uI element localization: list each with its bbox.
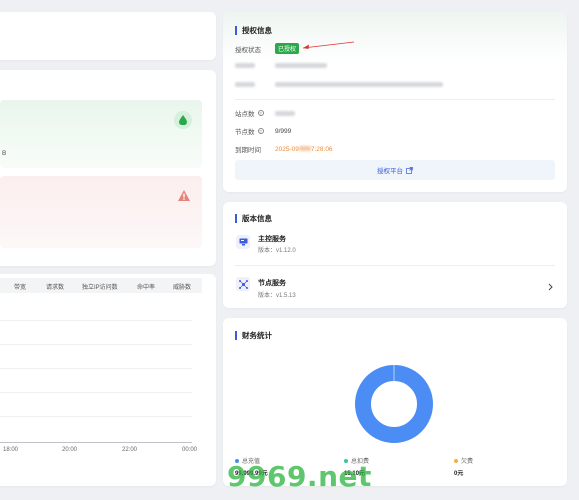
x-tick: 00:00 — [182, 447, 198, 453]
nodes-icon — [236, 277, 250, 291]
monitor-icon — [236, 235, 250, 249]
blurred-value — [275, 63, 327, 68]
grid-line — [0, 344, 192, 345]
legend-label: 欠费 — [461, 459, 474, 465]
annotation-arrow — [302, 41, 355, 49]
license-card: 授权信息 授权状态 已授权 站点数? 节点数? 9/999 到期时间 2025-… — [223, 12, 567, 192]
x-axis — [0, 442, 192, 443]
status-card-red — [0, 176, 202, 248]
sites-row: 站点数? — [235, 108, 295, 118]
col-hit-rate[interactable]: 命中率 — [137, 282, 155, 291]
finance-title: 财务统计 — [235, 331, 272, 340]
license-title: 授权信息 — [235, 26, 272, 35]
grid-line — [0, 320, 192, 321]
sites-value-blurred — [275, 110, 295, 116]
water-drop-icon — [174, 111, 192, 129]
version-divider — [235, 265, 555, 266]
nodes-row: 节点数? 9/999 — [235, 126, 292, 137]
nodes-label: 节点数? — [235, 128, 264, 136]
grid-line — [0, 416, 192, 417]
expire-blurred — [298, 146, 311, 152]
node-service-row[interactable]: 节点服务 版本：v1.5.13 — [223, 268, 567, 304]
left-chart-card: 带宽 请求数 独立IP访问数 命中率 威胁数 18:00 20:00 22:00… — [0, 274, 216, 486]
status-label: 授权状态 — [235, 46, 261, 54]
version-card: 版本信息 主控服务 版本：v1.12.0 节点服务 版本：v1.5.13 — [223, 202, 567, 308]
license-divider — [235, 99, 555, 100]
finance-donut-chart — [355, 365, 433, 443]
legend-arrears: 欠费 0元 — [454, 456, 473, 477]
col-unique-ip[interactable]: 独立IP访问数 — [82, 282, 118, 291]
expire-value: 2025-09 7:28:06 — [275, 145, 333, 153]
legend-value: 0元 — [454, 471, 464, 477]
blurred-label — [235, 82, 255, 87]
blurred-label — [235, 63, 255, 68]
donut-segment-recharge — [355, 365, 433, 443]
grid-line — [0, 392, 192, 393]
node-service-name: 节点服务 — [258, 280, 286, 287]
col-requests[interactable]: 请求数 — [46, 282, 64, 291]
node-service-version: 版本：v1.5.13 — [258, 293, 296, 299]
version-title: 版本信息 — [235, 214, 272, 223]
nodes-value: 9/999 — [275, 127, 292, 135]
expire-row: 到期时间 2025-09 7:28:06 — [235, 144, 333, 155]
x-tick: 20:00 — [62, 447, 78, 453]
green-card-text: B — [2, 150, 7, 157]
blurred-value — [275, 82, 443, 87]
col-threats[interactable]: 威胁数 — [173, 282, 191, 291]
x-tick: 18:00 — [3, 447, 19, 453]
warning-icon — [178, 190, 190, 203]
platform-link-label: 授权平台 — [377, 168, 403, 175]
grid-line — [0, 368, 192, 369]
sites-label: 站点数? — [235, 110, 264, 118]
expire-label: 到期时间 — [235, 147, 261, 154]
left-top-card — [0, 12, 216, 60]
main-service-name: 主控服务 — [258, 236, 286, 243]
status-card-green: B — [0, 100, 202, 168]
platform-link-button[interactable]: 授权平台 — [235, 160, 555, 180]
watermark: 9969.net — [227, 460, 372, 493]
left-middle-card: B — [0, 70, 216, 266]
license-blurred-row-1 — [235, 63, 327, 68]
license-status-row: 授权状态 已授权 — [235, 43, 300, 54]
legend-dot-orange — [454, 459, 458, 463]
chevron-right-icon[interactable] — [548, 283, 553, 293]
col-bandwidth[interactable]: 带宽 — [14, 282, 26, 291]
license-blurred-row-2 — [235, 82, 443, 87]
main-service-version: 版本：v1.12.0 — [258, 248, 296, 254]
x-tick: 22:00 — [122, 447, 138, 453]
help-icon[interactable]: ? — [257, 128, 264, 134]
status-badge: 已授权 — [275, 43, 300, 54]
help-icon[interactable]: ? — [257, 110, 264, 116]
external-link-icon — [406, 166, 413, 174]
